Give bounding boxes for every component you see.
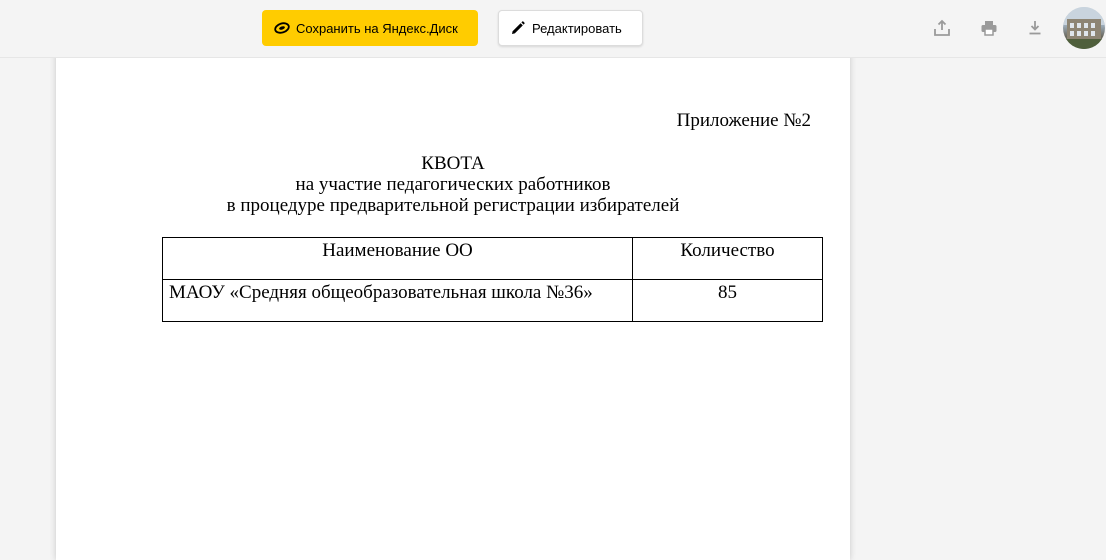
table-row: МАОУ «Средняя общеобразовательная школа … — [162, 279, 823, 322]
document-page: Приложение №2 КВОТА на участие педагогич… — [56, 40, 850, 560]
user-avatar[interactable] — [1063, 7, 1105, 49]
appendix-label: Приложение №2 — [676, 110, 811, 131]
pencil-icon — [510, 20, 526, 36]
quota-table: Наименование ОО Количество МАОУ «Средняя… — [162, 237, 823, 322]
document-subtitle-line1: на участие педагогических работников — [295, 174, 611, 195]
document-title-block: КВОТА на участие педагогических работник… — [56, 153, 850, 216]
column-header-quantity: Количество — [632, 237, 823, 280]
download-icon[interactable] — [1024, 17, 1046, 39]
document-title: КВОТА — [421, 153, 485, 174]
yandex-disk-icon — [274, 20, 290, 36]
share-icon[interactable] — [931, 17, 953, 39]
column-header-name: Наименование ОО — [162, 237, 633, 280]
table-header-row: Наименование ОО Количество — [162, 237, 823, 280]
viewer-toolbar: Сохранить на Яндекс.Диск Редактировать — [0, 0, 1106, 58]
save-button-label: Сохранить на Яндекс.Диск — [296, 20, 458, 36]
cell-quantity: 85 — [632, 279, 823, 322]
save-to-yandex-disk-button[interactable]: Сохранить на Яндекс.Диск — [262, 10, 478, 46]
document-subtitle-line2: в процедуре предварительной регистрации … — [226, 195, 680, 216]
edit-button-label: Редактировать — [532, 20, 622, 36]
edit-button[interactable]: Редактировать — [498, 10, 643, 46]
print-icon[interactable] — [978, 17, 1000, 39]
cell-organization-name: МАОУ «Средняя общеобразовательная школа … — [162, 279, 633, 322]
